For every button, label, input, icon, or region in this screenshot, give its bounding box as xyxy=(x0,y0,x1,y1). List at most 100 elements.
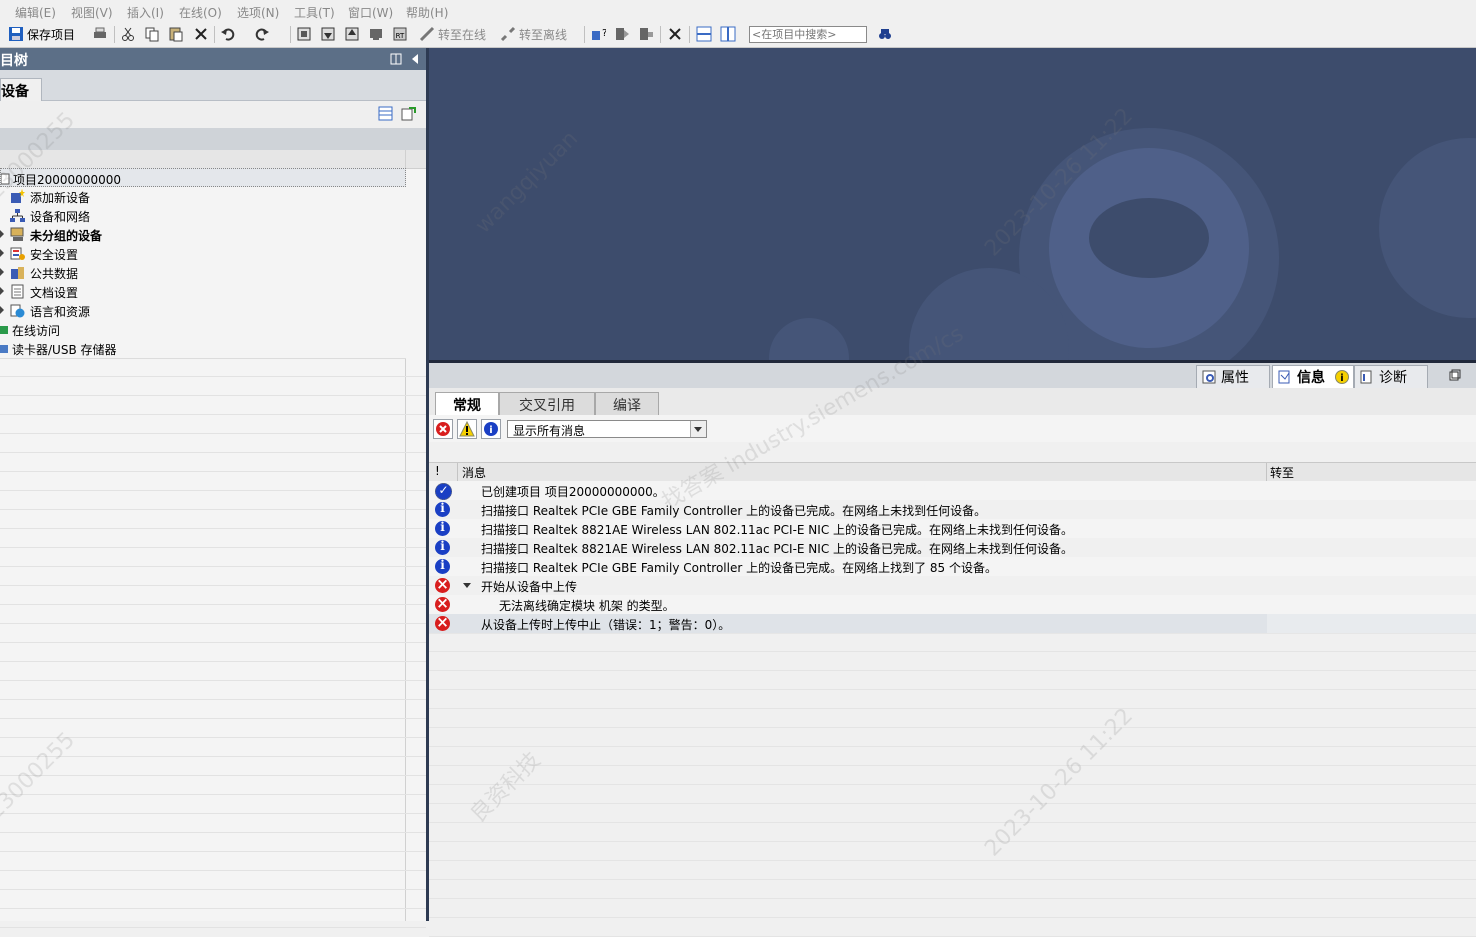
column-message[interactable]: 消息 xyxy=(462,464,486,481)
tree-item-ungrouped-devices[interactable]: 未分组的设备 xyxy=(0,225,406,245)
subtab-cross-references[interactable]: 交叉引用 xyxy=(499,392,595,415)
expand-arrow-icon[interactable] xyxy=(0,306,4,314)
column-goto[interactable]: 转至 xyxy=(1270,464,1294,481)
message-row[interactable]: 无法离线确定模块 机架 的类型。 xyxy=(429,594,1476,615)
message-row[interactable]: 扫描接口 Realtek 8821AE Wireless LAN 802.11a… xyxy=(429,538,1476,558)
compile-icon xyxy=(297,27,311,41)
undo-button[interactable] xyxy=(220,25,236,43)
cut-button[interactable] xyxy=(120,25,136,43)
column-flag[interactable]: ! xyxy=(435,464,440,478)
menu-insert[interactable]: 插入(I) xyxy=(127,4,164,21)
expand-arrow-icon[interactable] xyxy=(0,268,4,276)
tree-item-security-settings[interactable]: 安全设置 xyxy=(0,244,406,264)
go-online-button[interactable]: 转至在线 xyxy=(419,25,486,43)
message-empty-row xyxy=(429,709,1476,728)
message-empty-row xyxy=(429,785,1476,804)
collapse-left-icon[interactable] xyxy=(410,53,420,65)
message-filter-select[interactable]: 显示所有消息 xyxy=(507,420,707,438)
properties-icon xyxy=(1202,370,1216,384)
tab-diagnostics[interactable]: 诊断 xyxy=(1354,365,1428,388)
restore-window-icon[interactable] xyxy=(1449,369,1461,381)
start-cpu-button[interactable] xyxy=(614,25,630,43)
expand-arrow-icon[interactable] xyxy=(0,230,4,238)
split-horizontal-button[interactable] xyxy=(696,25,712,43)
tree-item-add-device[interactable]: 添加新设备 xyxy=(0,187,406,207)
tree-item-document-settings[interactable]: 文档设置 xyxy=(0,282,406,302)
subtab-general[interactable]: 常规 xyxy=(435,392,499,416)
goto-cell[interactable] xyxy=(1267,614,1476,633)
download-icon xyxy=(321,27,335,41)
filter-warnings-button[interactable] xyxy=(457,419,477,439)
collapse-arrow-icon[interactable] xyxy=(463,583,471,588)
pin-icon[interactable] xyxy=(390,53,402,65)
tree-item-label: 读卡器/USB 存储器 xyxy=(12,343,117,357)
copy-button[interactable] xyxy=(144,25,160,43)
tree-item-label: 设备和网络 xyxy=(30,210,91,224)
expand-arrow-icon[interactable] xyxy=(0,249,4,257)
tree-empty-row xyxy=(0,852,426,871)
language-icon xyxy=(10,304,25,318)
tree-item-project[interactable]: 项目20000000000 xyxy=(0,168,406,187)
stop-cpu-icon xyxy=(640,28,653,40)
print-button[interactable] xyxy=(92,25,108,43)
start-runtime-button[interactable]: RT xyxy=(392,25,408,43)
delete-button[interactable] xyxy=(193,25,209,43)
message-row[interactable]: 已创建项目 项目20000000000。 xyxy=(429,481,1476,501)
filter-info-button[interactable]: i xyxy=(481,419,501,439)
split-horizontal-icon xyxy=(696,26,712,42)
compile-button[interactable] xyxy=(296,25,312,43)
chevron-down-icon[interactable] xyxy=(690,421,706,437)
menu-view[interactable]: 视图(V) xyxy=(71,4,113,21)
accessible-devices-icon: ? xyxy=(592,28,606,40)
message-row[interactable]: 扫描接口 Realtek 8821AE Wireless LAN 802.11a… xyxy=(429,519,1476,539)
menu-online[interactable]: 在线(O) xyxy=(179,4,222,21)
tree-item-card-reader[interactable]: 读卡器/USB 存储器 xyxy=(0,339,406,359)
message-row[interactable]: 扫描接口 Realtek PCIe GBE Family Controller … xyxy=(429,500,1476,520)
diagnostics-icon xyxy=(1360,370,1372,384)
filter-errors-button[interactable] xyxy=(433,419,453,439)
tree-empty-row xyxy=(0,719,426,738)
work-area xyxy=(429,48,1476,360)
tree-item-languages-resources[interactable]: 语言和资源 xyxy=(0,301,406,321)
go-offline-button[interactable]: 转至离线 xyxy=(500,25,567,43)
message-row[interactable]: 开始从设备中上传 xyxy=(429,575,1476,596)
ungrouped-devices-icon xyxy=(10,227,24,241)
subtab-compile[interactable]: 编译 xyxy=(595,392,659,415)
project-search-input[interactable] xyxy=(749,26,867,43)
refresh-tree-icon[interactable] xyxy=(401,106,416,121)
download-button[interactable] xyxy=(320,25,336,43)
upload-button[interactable] xyxy=(344,25,360,43)
tab-properties-label: 属性 xyxy=(1221,370,1249,386)
split-vertical-button[interactable] xyxy=(720,25,736,43)
simulation-button[interactable] xyxy=(368,25,384,43)
close-all-button[interactable] xyxy=(667,25,683,43)
menu-options[interactable]: 选项(N) xyxy=(237,4,279,21)
message-row[interactable]: 扫描接口 Realtek PCIe GBE Family Controller … xyxy=(429,557,1476,577)
message-row[interactable]: 从设备上传时上传中止（错误：1；警告：0）。 xyxy=(429,613,1476,634)
table-view-icon[interactable] xyxy=(378,106,393,121)
tab-properties[interactable]: 属性 xyxy=(1196,365,1270,388)
info-icon xyxy=(435,501,450,517)
svg-text:RT: RT xyxy=(396,32,405,40)
menu-tools[interactable]: 工具(T) xyxy=(294,4,335,21)
search-button[interactable] xyxy=(877,25,893,43)
tab-devices[interactable]: 设备 xyxy=(0,78,42,101)
tree-item-online-access[interactable]: 在线访问 xyxy=(0,320,406,340)
project-tree-titlebar: 目树 xyxy=(0,48,426,70)
stop-cpu-button[interactable] xyxy=(638,25,654,43)
tree-item-common-data[interactable]: 公共数据 xyxy=(0,263,406,283)
info-warning-badge-icon: i xyxy=(1335,370,1349,384)
expand-arrow-icon[interactable] xyxy=(0,287,4,295)
redo-button[interactable] xyxy=(254,25,270,43)
tree-empty-row xyxy=(0,434,426,453)
tab-info-label: 信息 xyxy=(1297,370,1325,386)
undo-icon xyxy=(221,28,235,41)
save-project-button[interactable]: 保存项目 xyxy=(8,25,75,43)
accessible-devices-button[interactable]: ? xyxy=(590,25,606,43)
tree-item-devices-networks[interactable]: 设备和网络 xyxy=(0,206,406,226)
menu-window[interactable]: 窗口(W) xyxy=(348,4,393,21)
menu-help[interactable]: 帮助(H) xyxy=(406,4,448,21)
message-text: 已创建项目 项目20000000000。 xyxy=(481,485,665,499)
paste-button[interactable] xyxy=(168,25,184,43)
menu-edit[interactable]: 编辑(E) xyxy=(15,4,56,21)
